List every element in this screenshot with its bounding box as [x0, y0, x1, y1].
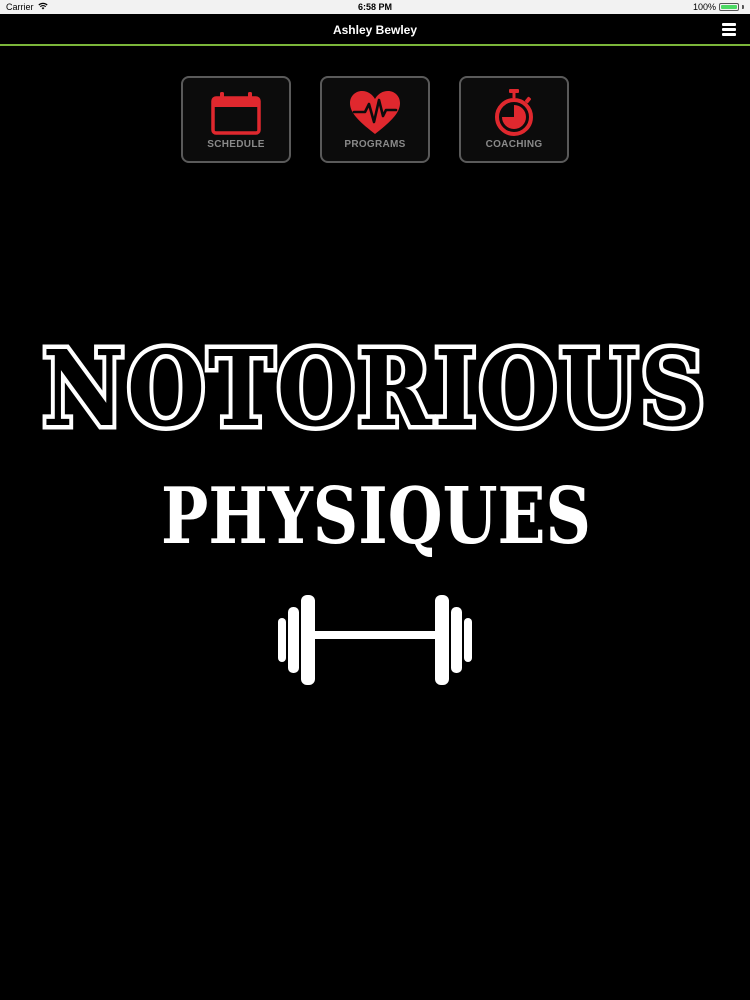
barbell-icon — [278, 595, 472, 685]
battery-percent: 100% — [692, 2, 716, 12]
battery-fill — [721, 5, 737, 9]
battery-tip — [742, 5, 744, 9]
programs-label: PROGRAMS — [344, 139, 406, 150]
programs-button[interactable]: PROGRAMS — [320, 76, 430, 163]
coaching-button[interactable]: COACHING — [459, 76, 569, 163]
schedule-button[interactable]: SCHEDULE — [181, 76, 291, 163]
schedule-label: SCHEDULE — [207, 139, 265, 150]
stopwatch-icon — [488, 89, 540, 136]
hamburger-menu-icon[interactable] — [722, 23, 736, 36]
logo-subtitle: PHYSIQUES — [161, 471, 591, 562]
calendar-icon — [210, 90, 262, 136]
logo-graphic: NOTORIOUS PHYSIQUES — [38, 325, 709, 685]
heart-pulse-icon — [349, 90, 401, 136]
battery-icon — [719, 3, 739, 11]
status-time: 6:58 PM — [357, 2, 392, 12]
logo-title: NOTORIOUS — [43, 327, 708, 450]
nav-title: Ashley Bewley — [332, 23, 418, 37]
status-right: 100% — [693, 2, 744, 12]
nav-bar: Ashley Bewley — [0, 14, 750, 46]
coaching-label: COACHING — [485, 139, 543, 150]
brand-logo: NOTORIOUS PHYSIQUES — [0, 325, 750, 695]
action-tiles: SCHEDULE PROGRAMS COACHING — [0, 76, 750, 163]
status-bar: Carrier 6:58 PM 100% — [0, 0, 750, 14]
